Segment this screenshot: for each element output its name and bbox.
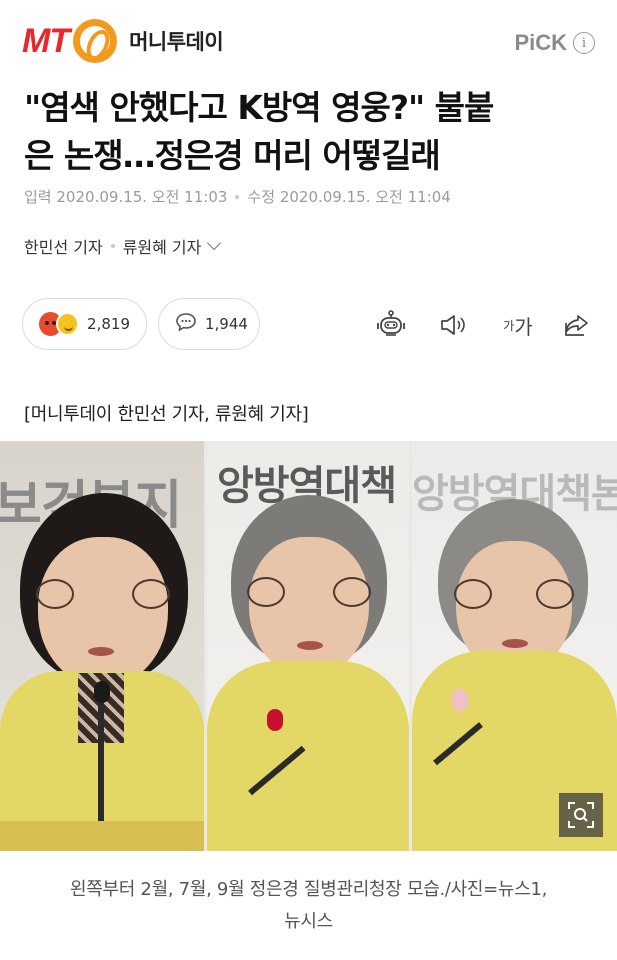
zoom-icon[interactable] (559, 793, 603, 837)
comment-button[interactable]: 1,944 (158, 298, 260, 350)
site-logo[interactable]: MT 머니투데이 (22, 18, 224, 64)
app-header: MT 머니투데이 PiCK i (0, 0, 617, 80)
headline-line-2: 은 논쟁…정은경 머리 어떻길래 (24, 136, 441, 175)
share-icon[interactable] (560, 308, 594, 342)
font-large-glyph: 가 (514, 314, 533, 339)
mouth (88, 647, 114, 656)
glasses (454, 579, 574, 609)
photo-panel-september: 앙방역대책본 (412, 441, 617, 851)
glasses (247, 577, 371, 607)
chevron-down-icon[interactable] (207, 235, 222, 251)
published-label: 입력 (24, 188, 52, 206)
site-name: 머니투데이 (129, 30, 224, 54)
smile-emoji-icon (55, 312, 80, 336)
photo-panel-february: 보건복지 (0, 441, 204, 851)
comment-icon (175, 312, 197, 336)
info-icon[interactable]: i (573, 32, 595, 54)
separator-dot (235, 194, 240, 199)
podium (0, 821, 204, 851)
mouth (297, 641, 323, 650)
comment-count: 1,944 (205, 315, 248, 333)
microphone (98, 697, 104, 831)
reporter-1[interactable]: 한민선 기자 (24, 234, 103, 258)
separator-dot (110, 244, 115, 248)
modified-label: 수정 (247, 188, 276, 206)
photo-caption: 왼쪽부터 2월, 7월, 9월 정은경 질병관리청장 모습./사진=뉴스1, 뉴… (0, 874, 617, 938)
pick-label: PiCK (514, 30, 567, 55)
logo-o-mark (73, 19, 118, 63)
glasses (36, 579, 170, 609)
modified-time: 2020.09.15. 오전 11:04 (279, 188, 451, 206)
photo-caption-line-1: 왼쪽부터 2월, 7월, 9월 정은경 질병관리청장 모습./사진=뉴스1, (69, 879, 548, 900)
reaction-button[interactable]: 2,819 (22, 298, 147, 350)
yellow-jacket (207, 661, 409, 851)
mouth (502, 639, 528, 648)
byline-caption: [머니투데이 한민선 기자, 류원혜 기자] (24, 404, 309, 425)
article-photo[interactable]: 보건복지 앙방역대책 앙방역대책본 (0, 441, 617, 851)
action-bar: 2,819 1,944 가가 (22, 298, 602, 350)
photo-caption-line-2: 뉴시스 (284, 911, 333, 932)
reporter-byline[interactable]: 한민선 기자 류원혜 기자 (24, 234, 222, 258)
face (249, 537, 369, 677)
published-time: 2020.09.15. 오전 11:03 (56, 188, 228, 206)
speaker-icon[interactable] (436, 308, 470, 342)
reporter-2[interactable]: 류원혜 기자 (123, 234, 202, 258)
reaction-count: 2,819 (87, 315, 130, 333)
font-small-glyph: 가 (503, 318, 515, 333)
photo-panel-july: 앙방역대책 (207, 441, 409, 851)
robot-icon[interactable] (374, 308, 408, 342)
article-headline: "염색 안했다고 K방역 영웅?" 불붙 은 논쟁…정은경 머리 어떻길래 (24, 84, 594, 180)
microphone-head (452, 689, 468, 711)
logo-mt-text: MT (22, 21, 70, 60)
font-size-icon[interactable]: 가가 (496, 308, 540, 342)
microphone-head (94, 681, 110, 703)
face (38, 537, 168, 687)
headline-line-1: "염색 안했다고 K방역 영웅?" 불붙 (24, 88, 494, 127)
pick-badge[interactable]: PiCK i (514, 30, 595, 56)
article-dates: 입력 2020.09.15. 오전 11:03 수정 2020.09.15. 오… (24, 186, 451, 207)
microphone-head (267, 709, 283, 731)
